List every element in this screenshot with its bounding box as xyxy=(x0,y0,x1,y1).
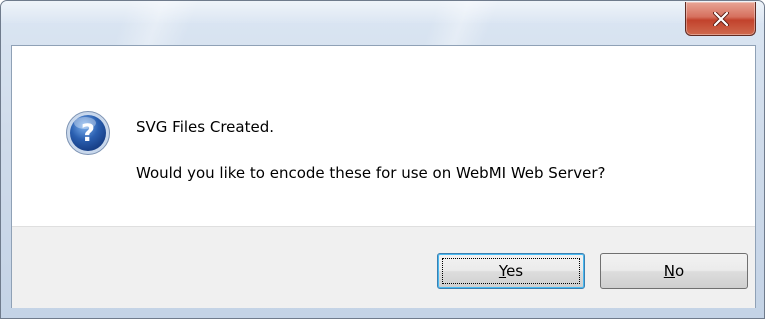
question-icon: ? xyxy=(65,110,111,156)
message-dialog: ? SVG Files Created. Would you like to e… xyxy=(0,0,765,319)
close-icon xyxy=(713,12,729,26)
title-bar-glass xyxy=(422,1,500,45)
close-button[interactable] xyxy=(685,2,756,36)
button-bar: Yes No xyxy=(12,226,755,308)
no-button-label: No xyxy=(663,262,685,280)
title-bar-glass xyxy=(112,1,200,45)
svg-text:?: ? xyxy=(81,119,95,147)
message-title: SVG Files Created. xyxy=(136,118,274,136)
no-button[interactable]: No xyxy=(600,253,748,289)
message-text: Would you like to encode these for use o… xyxy=(136,164,606,182)
dialog-body: ? SVG Files Created. Would you like to e… xyxy=(11,45,756,308)
yes-button[interactable]: Yes xyxy=(437,253,585,289)
focus-rectangle xyxy=(442,258,580,284)
title-bar[interactable] xyxy=(1,1,764,45)
